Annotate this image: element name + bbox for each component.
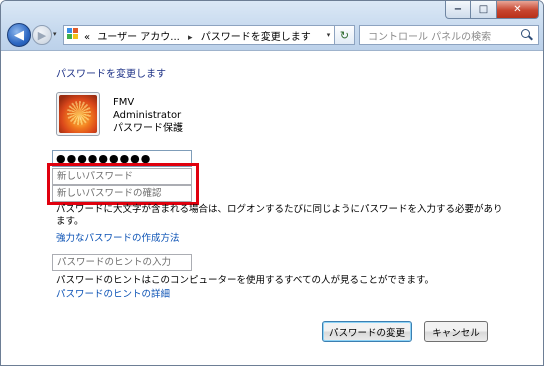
refresh-button[interactable]: ↻ [335, 25, 355, 45]
search-box[interactable]: コントロール パネルの検索 [359, 25, 539, 45]
address-dropdown-icon[interactable]: ▾ [322, 31, 334, 39]
hint-details-link[interactable]: パスワードのヒントの詳細 [56, 286, 170, 300]
case-sensitivity-warning: パスワードに大文字が含まれる場合は、ログオンするたびに同じようにパスワードを入力… [56, 204, 503, 227]
navigation-bar: ◀ ▶ ▾ « ユーザー アカウ... ▸ パスワードを変更します ▾ ↻ コン… [7, 23, 539, 47]
page-title: パスワードを変更します [56, 69, 166, 80]
maximize-button[interactable]: □ [471, 1, 497, 19]
user-role: Administrator [113, 110, 182, 121]
recent-pages-dropdown[interactable]: ▾ [53, 30, 57, 38]
hint-visibility-note: パスワードのヒントはこのコンピューターを使用するすべての人が見ることができます。 [56, 275, 435, 286]
highlight-box [47, 163, 199, 205]
breadcrumb: « ユーザー アカウ... ▸ パスワードを変更します [84, 28, 322, 43]
forward-button[interactable]: ▶ [32, 25, 52, 45]
user-protection-status: パスワード保護 [113, 123, 183, 134]
control-panel-icon [67, 28, 81, 42]
close-button[interactable]: ✕ [497, 1, 539, 19]
window-chrome: − □ ✕ ◀ ▶ ▾ « ユーザー アカウ... ▸ パスワードを変更します [1, 1, 543, 51]
user-name: FMV [113, 97, 135, 108]
search-icon[interactable] [520, 28, 534, 42]
breadcrumb-overflow[interactable]: « [84, 32, 90, 43]
search-input[interactable]: コントロール パネルの検索 [360, 28, 520, 43]
user-info: FMV Administrator パスワード保護 [113, 96, 183, 135]
minimize-button[interactable]: − [445, 1, 471, 19]
flower-picture-icon [59, 95, 97, 133]
caption-buttons: − □ ✕ [445, 1, 539, 19]
strong-password-link[interactable]: 強力なパスワードの作成方法 [56, 230, 180, 244]
avatar [56, 92, 100, 136]
breadcrumb-user-accounts[interactable]: ユーザー アカウ... [97, 32, 180, 43]
change-password-window: − □ ✕ ◀ ▶ ▾ « ユーザー アカウ... ▸ パスワードを変更します [0, 0, 544, 366]
breadcrumb-change-password[interactable]: パスワードを変更します [201, 32, 311, 43]
breadcrumb-separator-icon[interactable]: ▸ [188, 33, 193, 43]
address-bar[interactable]: « ユーザー アカウ... ▸ パスワードを変更します ▾ [63, 25, 335, 45]
cancel-button[interactable]: キャンセル [424, 321, 488, 342]
password-hint-field[interactable]: パスワードのヒントの入力 [52, 254, 192, 271]
change-password-button[interactable]: パスワードの変更 [322, 321, 412, 342]
back-button[interactable]: ◀ [7, 23, 31, 47]
